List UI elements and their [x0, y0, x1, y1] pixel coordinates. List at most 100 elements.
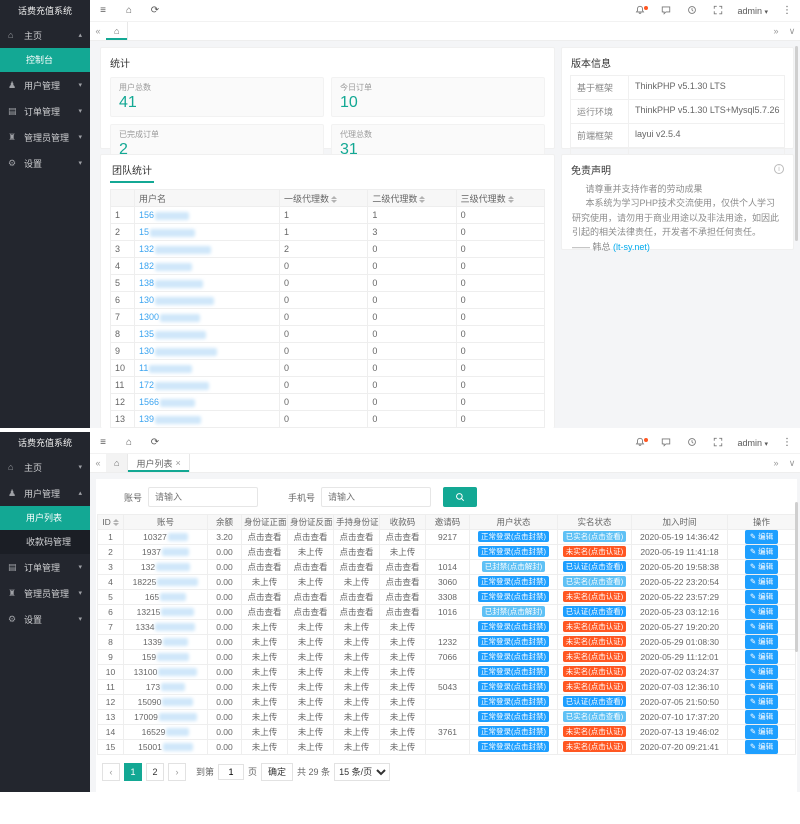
message-icon[interactable] [653, 437, 679, 448]
username-link[interactable]: 172 [139, 380, 154, 390]
next-page-button[interactable]: › [168, 763, 186, 781]
tabs-collapse-left-icon[interactable]: « [90, 454, 106, 472]
search-button[interactable] [443, 487, 477, 507]
username-link[interactable]: 11 [139, 363, 148, 373]
hamburger-icon[interactable]: ≡ [90, 5, 116, 16]
per-page-select[interactable]: 15 条/页 [334, 763, 390, 781]
sidebar-item-settings[interactable]: ⚙ 设置 ▾ [0, 606, 90, 632]
tabs-menu-icon[interactable]: ∨ [784, 22, 800, 40]
username-link[interactable]: 15 [139, 227, 149, 237]
username-link[interactable]: 182 [139, 261, 154, 271]
edit-button[interactable]: ✎ 编辑 [745, 695, 778, 709]
tabs-menu-icon[interactable]: ∨ [784, 454, 800, 472]
username-link[interactable]: 138 [139, 278, 154, 288]
user-status-badge[interactable]: 正常登录(点击封禁) [478, 546, 549, 557]
admin-dropdown[interactable]: admin ▾ [737, 438, 768, 448]
tab-home[interactable]: ⌂ [106, 22, 128, 40]
username-link[interactable]: 130 [139, 295, 154, 305]
goto-confirm-button[interactable]: 确定 [261, 763, 293, 781]
info-icon[interactable]: i [774, 164, 784, 174]
sidebar-item-orders[interactable]: ▤ 订单管理 ▾ [0, 98, 90, 124]
more-icon[interactable]: ⋮ [774, 437, 800, 448]
fullscreen-icon[interactable] [705, 437, 731, 448]
col-level2[interactable]: 二级代理数 [368, 190, 456, 207]
user-status-badge[interactable]: 正常登录(点击封禁) [478, 696, 549, 707]
sidebar-item-home[interactable]: ⌂ 主页 ▴ [0, 22, 90, 48]
edit-button[interactable]: ✎ 编辑 [745, 710, 778, 724]
account-input[interactable] [148, 487, 258, 507]
user-status-badge[interactable]: 正常登录(点击封禁) [478, 666, 549, 677]
sidebar-item-user-list[interactable]: 用户列表 [0, 506, 90, 530]
real-status-badge[interactable]: 已实名(点击查看) [563, 576, 627, 587]
user-status-badge[interactable]: 正常登录(点击封禁) [478, 531, 549, 542]
real-status-badge[interactable]: 已实名(点击查看) [563, 531, 627, 542]
user-status-badge[interactable]: 正常登录(点击封禁) [478, 621, 549, 632]
clear-cache-icon[interactable] [679, 437, 705, 448]
user-status-badge[interactable]: 正常登录(点击封禁) [478, 726, 549, 737]
user-status-badge[interactable]: 正常登录(点击封禁) [478, 576, 549, 587]
username-link[interactable]: 135 [139, 329, 154, 339]
username-link[interactable]: 1300 [139, 312, 159, 322]
user-status-badge[interactable]: 正常登录(点击封禁) [478, 636, 549, 647]
tabs-collapse-right-icon[interactable]: » [768, 454, 784, 472]
close-icon[interactable]: × [175, 458, 180, 468]
edit-button[interactable]: ✎ 编辑 [745, 740, 778, 754]
sidebar-item-orders[interactable]: ▤ 订单管理 ▾ [0, 554, 90, 580]
edit-button[interactable]: ✎ 编辑 [745, 560, 778, 574]
username-link[interactable]: 139 [139, 414, 154, 424]
edit-button[interactable]: ✎ 编辑 [745, 635, 778, 649]
real-status-badge[interactable]: 未实名(点击认证) [563, 741, 627, 752]
column-header[interactable]: ID [98, 515, 124, 530]
user-status-badge[interactable]: 已封禁(点击解封) [482, 606, 546, 617]
user-status-badge[interactable]: 已封禁(点击解封) [482, 561, 546, 572]
scrollbar[interactable] [795, 502, 798, 652]
bell-icon[interactable] [627, 437, 653, 448]
tab-user-list[interactable]: 用户列表 × [128, 454, 189, 472]
real-status-badge[interactable]: 未实名(点击认证) [563, 636, 627, 647]
message-icon[interactable] [653, 5, 679, 16]
real-status-badge[interactable]: 未实名(点击认证) [563, 666, 627, 677]
user-status-badge[interactable]: 正常登录(点击封禁) [478, 591, 549, 602]
more-icon[interactable]: ⋮ [774, 5, 800, 16]
real-status-badge[interactable]: 已实名(点击查看) [563, 711, 627, 722]
username-link[interactable]: 1566 [139, 397, 159, 407]
sidebar-item-admins[interactable]: ♜ 管理员管理 ▾ [0, 124, 90, 150]
sidebar-item-settings[interactable]: ⚙ 设置 ▾ [0, 150, 90, 176]
tab-home[interactable]: ⌂ [106, 454, 128, 472]
username-link[interactable]: 156 [139, 210, 154, 220]
phone-input[interactable] [321, 487, 431, 507]
scrollbar[interactable] [795, 46, 798, 241]
col-level3[interactable]: 三级代理数 [456, 190, 544, 207]
real-status-badge[interactable]: 未实名(点击认证) [563, 546, 627, 557]
page-button-1[interactable]: 1 [124, 763, 142, 781]
home-icon[interactable]: ⌂ [116, 5, 142, 16]
sidebar-item-payment-codes[interactable]: 收款码管理 [0, 530, 90, 554]
edit-button[interactable]: ✎ 编辑 [745, 530, 778, 544]
edit-button[interactable]: ✎ 编辑 [745, 590, 778, 604]
edit-button[interactable]: ✎ 编辑 [745, 605, 778, 619]
fullscreen-icon[interactable] [705, 5, 731, 16]
edit-button[interactable]: ✎ 编辑 [745, 680, 778, 694]
goto-page-input[interactable] [218, 764, 244, 780]
user-status-badge[interactable]: 正常登录(点击封禁) [478, 741, 549, 752]
real-status-badge[interactable]: 已认证(点击查看) [563, 696, 627, 707]
hamburger-icon[interactable]: ≡ [90, 437, 116, 448]
real-status-badge[interactable]: 未实名(点击认证) [563, 726, 627, 737]
clear-cache-icon[interactable] [679, 5, 705, 16]
real-status-badge[interactable]: 未实名(点击认证) [563, 651, 627, 662]
prev-page-button[interactable]: ‹ [102, 763, 120, 781]
real-status-badge[interactable]: 未实名(点击认证) [563, 681, 627, 692]
edit-button[interactable]: ✎ 编辑 [745, 665, 778, 679]
sidebar-item-users[interactable]: ♟ 用户管理 ▾ [0, 72, 90, 98]
tabs-collapse-left-icon[interactable]: « [90, 22, 106, 40]
user-status-badge[interactable]: 正常登录(点击封禁) [478, 681, 549, 692]
edit-button[interactable]: ✎ 编辑 [745, 650, 778, 664]
sidebar-item-users[interactable]: ♟ 用户管理 ▴ [0, 480, 90, 506]
page-button-2[interactable]: 2 [146, 763, 164, 781]
sidebar-item-home[interactable]: ⌂ 主页 ▾ [0, 454, 90, 480]
user-status-badge[interactable]: 正常登录(点击封禁) [478, 711, 549, 722]
edit-button[interactable]: ✎ 编辑 [745, 575, 778, 589]
username-link[interactable]: 130 [139, 346, 154, 356]
admin-dropdown[interactable]: admin ▾ [737, 6, 768, 16]
real-status-badge[interactable]: 未实名(点击认证) [563, 591, 627, 602]
